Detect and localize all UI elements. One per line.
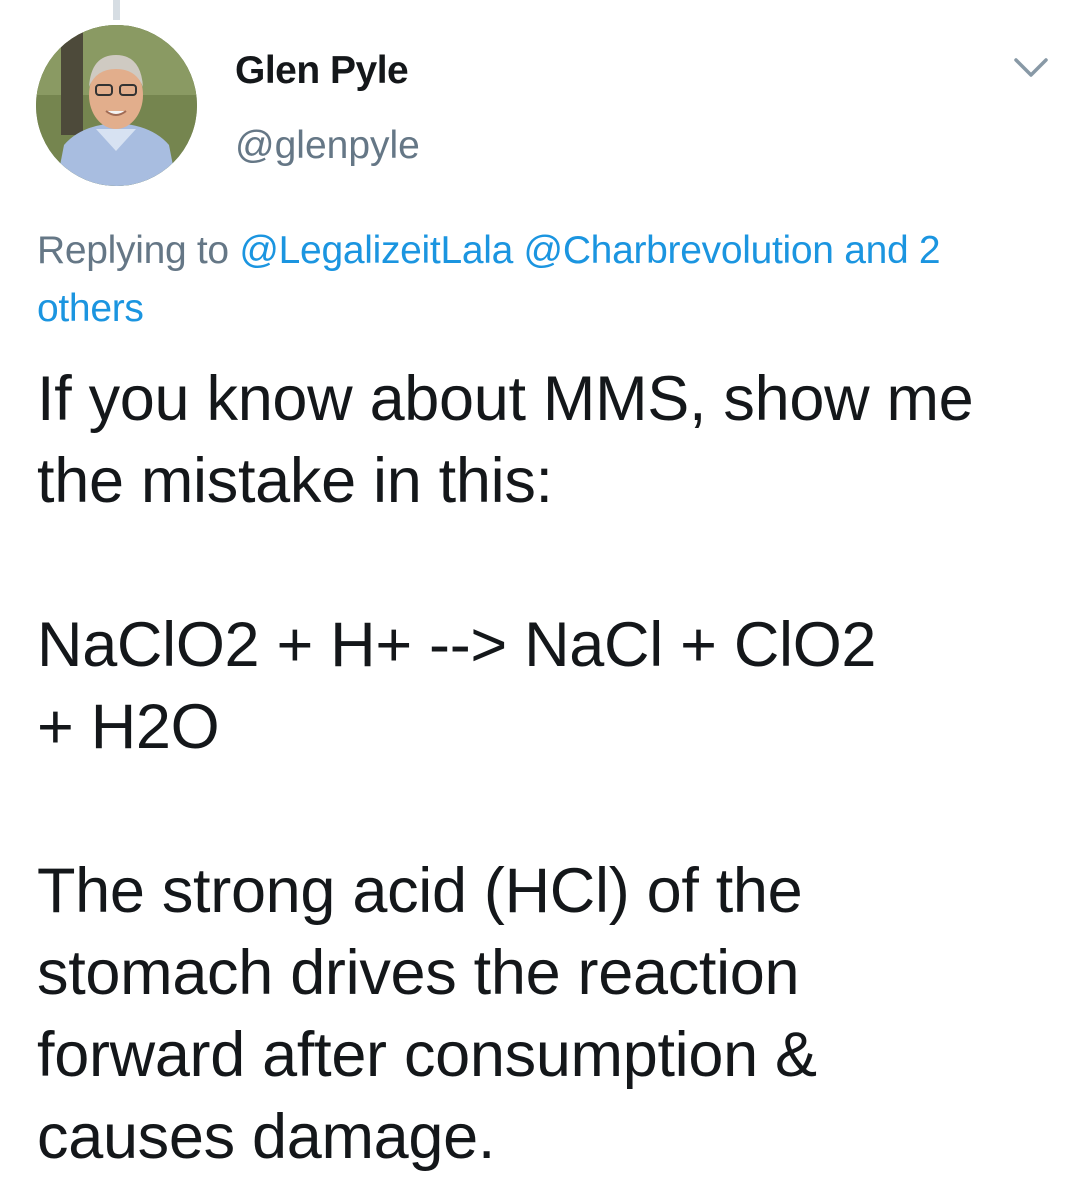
reply-context-prefix: Replying to xyxy=(37,229,229,272)
thread-connector-line xyxy=(113,0,120,20)
mention-link[interactable]: @LegalizeitLala xyxy=(239,229,513,272)
mention-link[interactable]: @Charbrevolution xyxy=(524,229,834,272)
tweet-paragraph: NaClO2 + H+ --> NaCl + ClO2 + H2O xyxy=(37,610,877,762)
tweet-paragraph: If you know about MMS, show me the mista… xyxy=(37,364,974,516)
reply-context: Replying to @LegalizeitLala @Charbrevolu… xyxy=(37,222,1057,338)
tweet-paragraph: The strong acid (HCl) of the stomach dri… xyxy=(37,856,817,1172)
author-avatar[interactable] xyxy=(36,25,197,186)
tweet-text: If you know about MMS, show me the mista… xyxy=(37,358,1047,1178)
avatar-photo xyxy=(36,25,197,186)
reply-context-conjunction: and xyxy=(844,229,909,272)
chevron-down-icon[interactable] xyxy=(1013,56,1049,80)
author-handle[interactable]: @glenpyle xyxy=(235,123,420,169)
author-display-name[interactable]: Glen Pyle xyxy=(235,48,409,94)
